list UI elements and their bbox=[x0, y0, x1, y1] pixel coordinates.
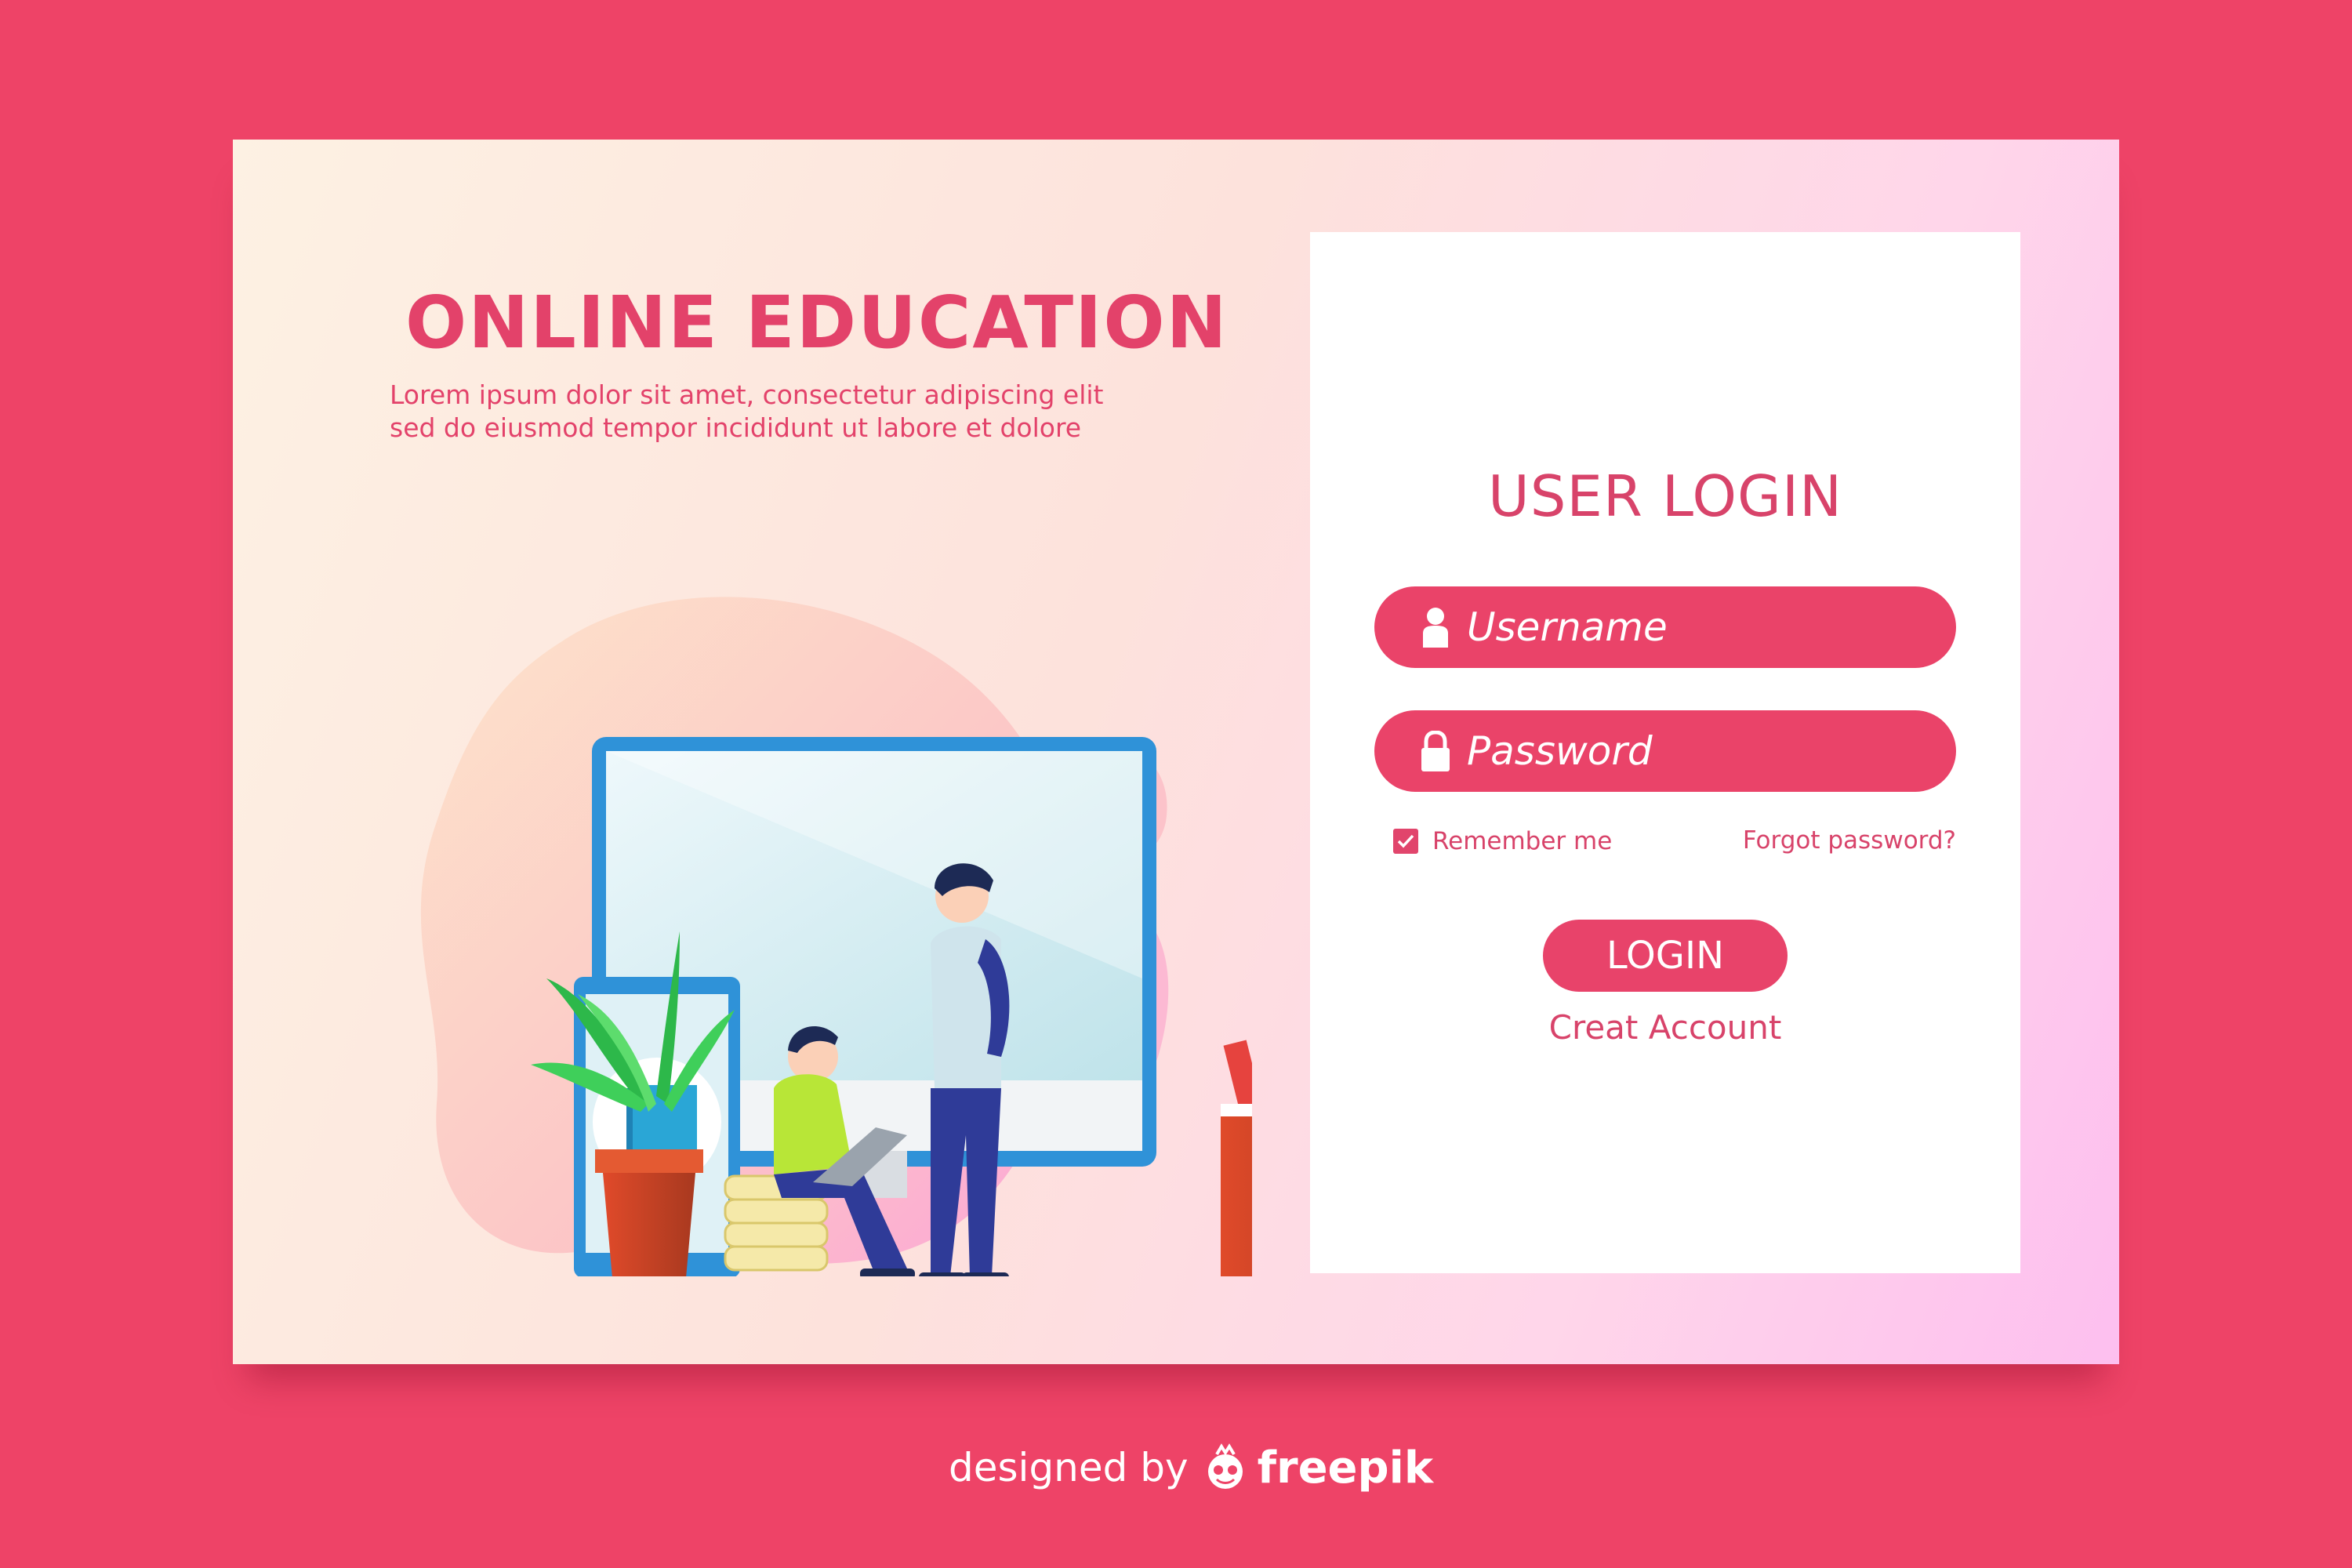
remember-me-label: Remember me bbox=[1432, 827, 1613, 855]
password-input[interactable] bbox=[1467, 710, 1922, 792]
designed-by-text: designed by bbox=[949, 1445, 1189, 1490]
user-icon bbox=[1423, 608, 1448, 648]
username-field[interactable] bbox=[1374, 586, 1956, 668]
login-panel: USER LOGIN Remember me Forgot password? … bbox=[1310, 232, 2020, 1273]
freepik-logo-icon bbox=[1207, 1443, 1243, 1489]
subtitle-line-1: Lorem ipsum dolor sit amet, consectetur … bbox=[390, 379, 1104, 410]
login-title: USER LOGIN bbox=[1488, 463, 1842, 529]
pen-holder bbox=[1221, 1112, 1252, 1276]
password-field[interactable] bbox=[1374, 710, 1956, 792]
remember-me[interactable]: Remember me bbox=[1393, 826, 1612, 857]
footer-credit: designed by freepik bbox=[949, 1436, 1433, 1499]
login-button[interactable]: LOGIN bbox=[1543, 920, 1788, 992]
freepik-brand[interactable]: freepik bbox=[1258, 1443, 1433, 1494]
create-account-link[interactable]: Creat Account bbox=[1310, 1008, 2020, 1047]
education-illustration bbox=[420, 597, 1252, 1276]
username-input[interactable] bbox=[1467, 586, 1922, 668]
lock-icon bbox=[1421, 731, 1450, 771]
landing-card: ONLINE EDUCATION Lorem ipsum dolor sit a… bbox=[233, 140, 2119, 1364]
page-title: ONLINE EDUCATION bbox=[405, 281, 1229, 365]
plant-pot bbox=[595, 1149, 703, 1173]
subtitle-line-2: sed do eiusmod tempor incididunt ut labo… bbox=[390, 412, 1082, 443]
forgot-password-link[interactable]: Forgot password? bbox=[1741, 826, 1956, 855]
checkbox-icon[interactable] bbox=[1393, 829, 1418, 854]
page-subtitle: Lorem ipsum dolor sit amet, consectetur … bbox=[390, 379, 1104, 445]
